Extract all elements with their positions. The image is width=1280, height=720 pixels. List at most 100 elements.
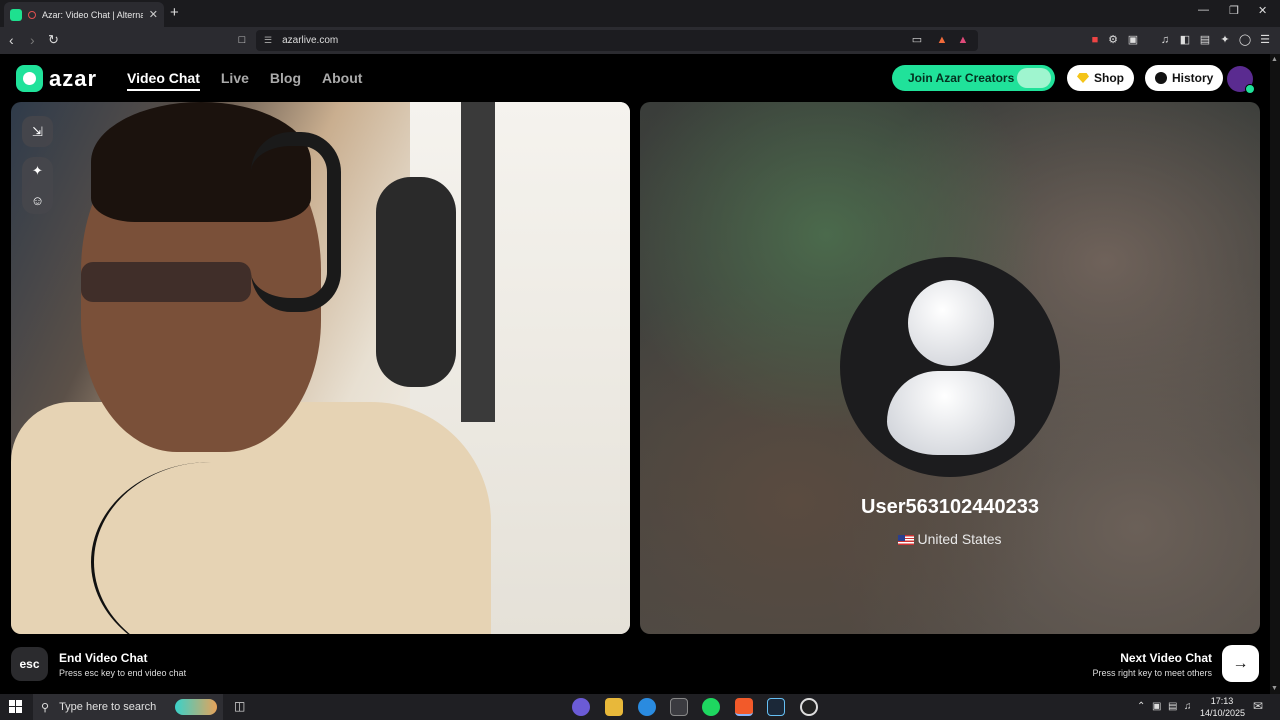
my-video-feed	[11, 102, 630, 634]
logo-text: azar	[49, 65, 98, 91]
history-button[interactable]: History	[1145, 65, 1224, 91]
video-tools: ⇲ ✦ ☺	[22, 116, 54, 214]
next-chat-button[interactable]: →	[1222, 645, 1259, 682]
reload-icon[interactable]: ↻	[48, 32, 59, 48]
join-creators-button[interactable]: Join Azar Creators	[892, 65, 1055, 91]
sparkle-effects-icon[interactable]: ✦	[32, 163, 43, 179]
scroll-up-icon[interactable]: ▲	[1271, 56, 1278, 63]
brave-icon[interactable]	[735, 698, 753, 716]
search-icon: ⚲	[41, 701, 50, 714]
spotify-icon[interactable]	[702, 698, 720, 716]
history-label: History	[1172, 71, 1214, 85]
partner-profile-placeholder	[840, 257, 1060, 477]
leo-ai-icon[interactable]: ✦	[1218, 33, 1232, 47]
microphone-image	[376, 177, 456, 387]
join-creators-label: Join Azar Creators	[908, 71, 1015, 85]
partner-country-label: United States	[917, 531, 1002, 547]
partner-country: United States	[640, 531, 1260, 547]
scroll-down-icon[interactable]: ▼	[1271, 685, 1278, 692]
shop-label: Shop	[1094, 71, 1124, 85]
end-chat-hint: End Video Chat Press esc key to end vide…	[59, 651, 186, 678]
clock-date: 14/10/2025	[1200, 708, 1246, 718]
nav-video-chat[interactable]: Video Chat	[127, 70, 200, 91]
end-chat-title: End Video Chat	[59, 651, 148, 665]
volume-icon[interactable]: ♫	[1184, 701, 1192, 712]
wallet-icon[interactable]: ▣	[1126, 33, 1140, 47]
clock-time: 17:13	[1210, 696, 1234, 706]
end-chat-subtitle: Press esc key to end video chat	[59, 668, 187, 678]
edge-icon[interactable]	[638, 698, 656, 716]
online-status-icon	[1245, 84, 1255, 94]
default-avatar-head-icon	[908, 280, 994, 366]
windows-taskbar: ⚲ Type here to search ◫ ⌃ ▣ ▤ ♫ 17:13 14…	[0, 694, 1280, 720]
tab-title: Azar: Video Chat | Alternative	[42, 9, 143, 20]
recording-indicator-icon	[28, 10, 36, 19]
notifications-icon[interactable]: ✉	[1253, 699, 1263, 713]
chat-app-icon[interactable]	[572, 698, 590, 716]
store-icon[interactable]	[670, 698, 688, 716]
back-icon[interactable]: ‹	[9, 32, 14, 48]
default-avatar-body-icon	[887, 371, 1015, 455]
nav-blog[interactable]: Blog	[270, 70, 301, 91]
brave-shields-icon[interactable]: ▲	[935, 33, 949, 47]
page-scrollbar[interactable]: ▲ ▼	[1270, 54, 1280, 694]
wallet-2-icon[interactable]: ▤	[1198, 33, 1212, 47]
azar-logo-icon	[16, 65, 43, 92]
browser-toolbar: ‹ › ↻ □ ☰ azarlive.com ▭ ▲ ▲ ■ ⚙ ▣ ♫ ◧ ▤…	[0, 27, 1280, 54]
taskbar-clock[interactable]: 17:13 14/10/2025	[1200, 695, 1246, 719]
esc-key-button[interactable]: esc	[11, 647, 48, 681]
obs-icon[interactable]	[800, 698, 818, 716]
nav-about[interactable]: About	[322, 70, 362, 91]
creators-decoration-icon	[1017, 68, 1051, 88]
face-filter-icon[interactable]: ☺	[31, 193, 44, 208]
bookmark-icon[interactable]: □	[235, 33, 249, 47]
brave-rewards-icon[interactable]: ▲	[956, 33, 970, 47]
taskbar-search[interactable]: ⚲ Type here to search	[33, 694, 223, 720]
cast-icon[interactable]: ▭	[910, 33, 924, 47]
azar-logo[interactable]: azar	[16, 65, 97, 92]
task-view-icon[interactable]: ◫	[234, 699, 245, 713]
partner-username: User563102440233	[861, 496, 1039, 518]
main-nav: Video Chat Live Blog About	[127, 70, 362, 91]
us-flag-icon	[898, 535, 915, 546]
address-bar[interactable]: ☰ azarlive.com	[256, 30, 978, 51]
nav-live[interactable]: Live	[221, 70, 249, 91]
search-highlight-icon	[175, 699, 217, 715]
clock-icon	[1155, 72, 1167, 84]
azar-page: azar Video Chat Live Blog About Join Aza…	[0, 54, 1280, 694]
steam-icon[interactable]	[767, 698, 785, 716]
gem-icon	[1077, 73, 1089, 83]
partner-video-feed: User563102440233 United States	[640, 102, 1260, 634]
next-chat-title: Next Video Chat	[1120, 651, 1212, 665]
headset-image	[251, 132, 341, 312]
tray-app-icon[interactable]: ▣	[1152, 701, 1161, 712]
tab-close-icon[interactable]: ✕	[149, 8, 158, 21]
browser-tab-bar: Azar: Video Chat | Alternative ✕ + — ❐ ✕	[0, 0, 1280, 27]
menu-icon[interactable]: ☰	[1258, 33, 1272, 47]
forward-icon[interactable]: ›	[30, 32, 35, 48]
next-chat-hint: Next Video Chat Press right key to meet …	[1092, 651, 1212, 678]
sidebar-icon[interactable]: ◧	[1178, 33, 1192, 47]
media-icon[interactable]: ♫	[1158, 33, 1172, 47]
user-avatar[interactable]	[1227, 66, 1255, 94]
minimize-video-icon[interactable]: ⇲	[22, 116, 53, 147]
azar-favicon-icon	[10, 8, 22, 21]
new-tab-button[interactable]: +	[170, 4, 179, 21]
close-window-button[interactable]: ✕	[1258, 4, 1267, 17]
next-chat-subtitle: Press right key to meet others	[1092, 668, 1212, 678]
url-text: azarlive.com	[282, 35, 339, 46]
windows-start-icon[interactable]	[9, 700, 22, 713]
site-info-icon[interactable]: ☰	[264, 35, 272, 46]
browser-tab[interactable]: Azar: Video Chat | Alternative ✕	[4, 2, 164, 27]
restore-button[interactable]: ❐	[1229, 4, 1239, 17]
file-explorer-icon[interactable]	[605, 698, 623, 716]
extensions-icon[interactable]: ⚙	[1106, 33, 1120, 47]
effects-group: ✦ ☺	[22, 157, 53, 214]
tray-overflow-icon[interactable]: ⌃	[1137, 701, 1145, 712]
extension-badge-icon[interactable]: ■	[1088, 33, 1102, 47]
network-icon[interactable]: ▤	[1168, 701, 1177, 712]
shop-button[interactable]: Shop	[1067, 65, 1134, 91]
minimize-button[interactable]: —	[1198, 4, 1209, 16]
vpn-icon[interactable]: ◯	[1238, 33, 1252, 47]
taskbar-search-placeholder: Type here to search	[59, 701, 157, 713]
